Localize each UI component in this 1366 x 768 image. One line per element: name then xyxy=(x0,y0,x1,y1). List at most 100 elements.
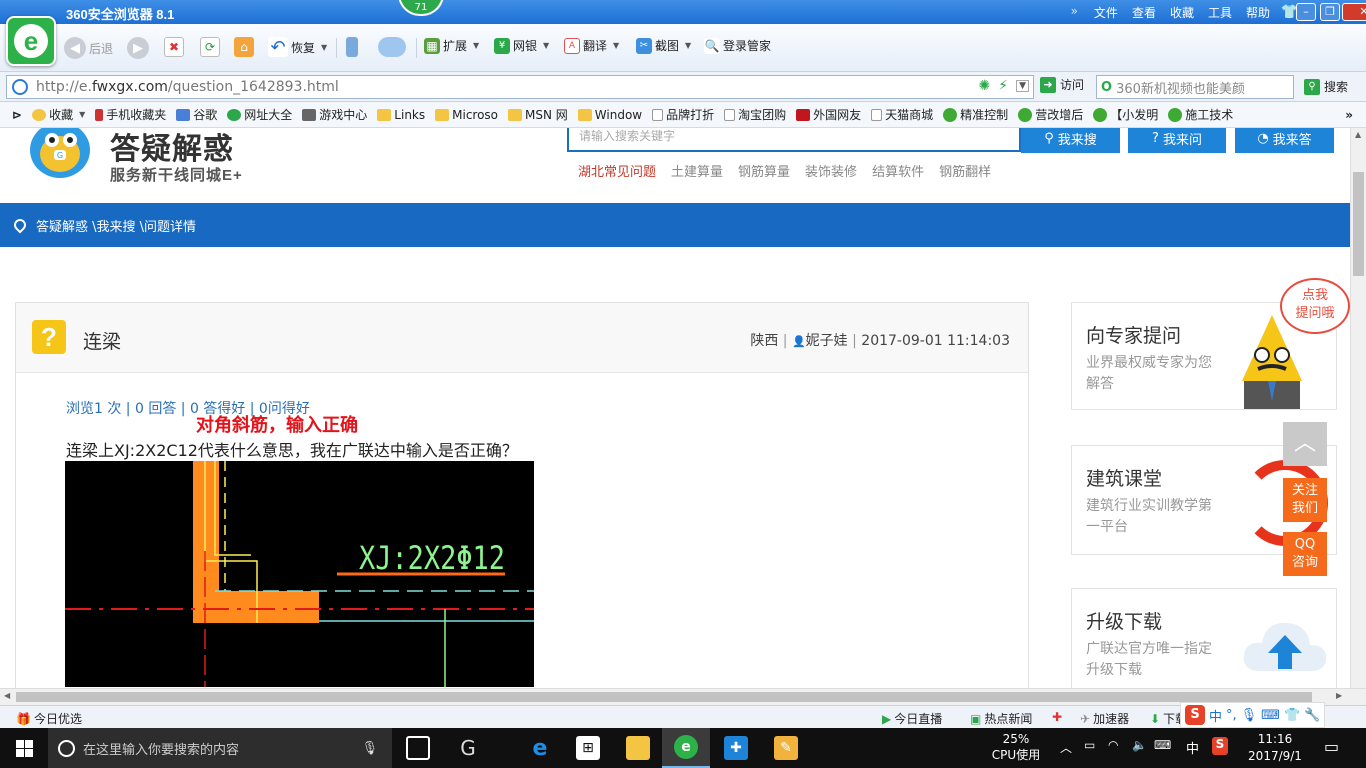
vertical-scroll-thumb[interactable] xyxy=(1353,172,1364,276)
scroll-up-icon[interactable]: ▲ xyxy=(1355,130,1361,139)
fav-mobile[interactable]: 手机收藏夹 xyxy=(90,106,171,123)
first-aid-icon[interactable]: ✚ xyxy=(1052,710,1062,724)
fav-games[interactable]: 游戏中心 xyxy=(297,106,372,123)
sidebar-card-download[interactable]: 升级下载 广联达官方唯一指定升级下载 xyxy=(1071,588,1337,688)
menu-tools[interactable]: 工具 xyxy=(1208,4,1232,21)
accelerator-button[interactable]: ✈ 加速器 xyxy=(1080,710,1129,727)
keyboard-icon[interactable]: ⌨ xyxy=(1154,738,1171,752)
fav-precise-control[interactable]: 精准控制 xyxy=(938,106,1013,123)
site-name[interactable]: 答疑解惑 xyxy=(110,128,234,168)
menu-file[interactable]: 文件 xyxy=(1094,4,1118,21)
taskbar-app-browser-g[interactable]: G xyxy=(444,728,492,768)
taskbar-app-store[interactable]: ⊞ xyxy=(564,728,612,768)
today-live-button[interactable]: ▶ 今日直播 xyxy=(882,710,942,727)
restore-button[interactable]: ↶ 恢复 ▼ xyxy=(268,37,327,58)
home-button[interactable]: ⌂ xyxy=(234,37,254,57)
extension-button[interactable]: ▦ 扩展 ▼ xyxy=(424,37,479,54)
hot-link[interactable]: 钢筋翻样 xyxy=(939,161,991,180)
taskbar-app-360browser[interactable]: e xyxy=(662,728,710,768)
mobile-button[interactable] xyxy=(346,37,358,57)
sogou-ime-toolbar[interactable]: S 中 °, 🎙 ⌨ 👕 🔧 xyxy=(1180,702,1326,728)
fav-taobao[interactable]: 淘宝团购 xyxy=(719,106,791,123)
scroll-right-icon[interactable]: ▶ xyxy=(1336,691,1342,700)
ime-indicator[interactable]: 中 xyxy=(1186,738,1199,757)
cloud-button[interactable] xyxy=(378,37,406,57)
stop-button[interactable]: ✖ xyxy=(164,37,184,57)
fav-collect[interactable]: 收藏 ▼ xyxy=(27,106,90,123)
hot-link[interactable]: 结算软件 xyxy=(872,161,924,180)
search-engine-icon[interactable]: O xyxy=(1101,80,1112,95)
today-pick-button[interactable]: 🎁 今日优选 xyxy=(16,710,82,727)
ime-lang-toggle[interactable]: 中 xyxy=(1209,706,1222,725)
hot-link[interactable]: 钢筋算量 xyxy=(738,161,790,180)
login-manager-button[interactable]: 🔍 登录管家 xyxy=(704,37,771,54)
fav-directory[interactable]: 网址大全 xyxy=(222,106,297,123)
microphone-icon[interactable]: 🎙 xyxy=(361,741,378,756)
site-search-button[interactable]: ⚲ 我来搜 xyxy=(1021,128,1120,153)
fav-links[interactable]: Links xyxy=(372,108,430,122)
hot-link[interactable]: 装饰装修 xyxy=(805,161,857,180)
question-user[interactable]: 妮子娃 xyxy=(806,333,848,349)
maximize-button[interactable]: ❐ xyxy=(1320,3,1340,21)
vertical-scrollbar[interactable]: ▲ xyxy=(1350,128,1366,688)
fav-invention[interactable]: 【小发明 xyxy=(1088,106,1163,123)
screenshot-button[interactable]: ✂ 截图 ▼ xyxy=(636,37,691,54)
refresh-button[interactable]: ⟳ xyxy=(200,37,220,57)
follow-us-button[interactable]: 关注 我们 xyxy=(1283,478,1327,522)
wifi-icon[interactable]: ◠ xyxy=(1108,738,1118,752)
go-button[interactable]: ➜ 访问 xyxy=(1040,76,1084,93)
action-center-icon[interactable]: ▭ xyxy=(1324,737,1339,756)
breadcrumb-text[interactable]: 答疑解惑 \我来搜 \问题详情 xyxy=(36,216,196,235)
fav-microsoft[interactable]: Microso xyxy=(430,108,503,122)
horizontal-scrollbar[interactable]: ◀ ▶ xyxy=(0,688,1366,705)
system-clock[interactable]: 11:16 2017/9/1 xyxy=(1240,731,1310,765)
fav-tmall[interactable]: 天猫商城 xyxy=(866,106,938,123)
site-search-input[interactable]: 请输入搜索关键字 xyxy=(567,128,1021,152)
taskbar-app-taskview[interactable] xyxy=(394,728,442,768)
translate-button[interactable]: A 翻译 ▼ xyxy=(564,37,619,54)
browser-logo-icon[interactable]: e xyxy=(6,16,56,66)
tray-expand-icon[interactable]: ︿ xyxy=(1060,739,1072,756)
fav-msn[interactable]: MSN 网 xyxy=(503,106,573,123)
battery-icon[interactable]: ▭ xyxy=(1084,738,1095,752)
forward-button[interactable]: ▶ xyxy=(127,37,149,59)
menu-help[interactable]: 帮助 xyxy=(1246,4,1270,21)
taskbar-app-explorer[interactable] xyxy=(614,728,662,768)
ask-me-bubble[interactable]: 点我 提问哦 xyxy=(1280,278,1350,334)
taskbar-app-notes[interactable]: ✎ xyxy=(762,728,810,768)
browser-search-input[interactable]: O 360新机视频也能美颜 xyxy=(1096,75,1294,99)
microphone-icon[interactable]: 🎙 xyxy=(1241,708,1258,723)
cad-screenshot-image[interactable]: XJ:2X2Φ12 xyxy=(65,461,534,687)
menu-favorites[interactable]: 收藏 xyxy=(1170,4,1194,21)
favbar-more-icon[interactable]: » xyxy=(1340,108,1358,122)
taskbar-search-input[interactable]: 在这里输入你要搜索的内容 🎙 xyxy=(48,728,392,768)
punctuation-icon[interactable]: °, xyxy=(1226,708,1237,723)
fav-construction-tech[interactable]: 施工技术 xyxy=(1163,106,1238,123)
browser-search-button[interactable]: ⚲ 搜索 xyxy=(1304,78,1348,95)
lightning-icon[interactable]: ⚡ xyxy=(998,78,1008,94)
close-button[interactable]: ✕ xyxy=(1342,3,1366,21)
taskbar-app-glodon[interactable]: ✚ xyxy=(712,728,760,768)
menu-view[interactable]: 查看 xyxy=(1132,4,1156,21)
back-button[interactable]: ◀ 后退 xyxy=(64,37,113,59)
hot-link[interactable]: 湖北常见问题 xyxy=(578,161,656,180)
fav-windows[interactable]: Window xyxy=(573,108,647,122)
menu-expand-icon[interactable]: » xyxy=(1071,4,1078,21)
favbar-toggle-icon[interactable]: ⊳ xyxy=(0,108,27,122)
sogou-tray-icon[interactable]: S xyxy=(1212,737,1228,755)
keyboard-icon[interactable]: ⌨ xyxy=(1261,708,1280,723)
hot-news-button[interactable]: ▣ 热点新闻 xyxy=(970,710,1032,727)
scroll-left-icon[interactable]: ◀ xyxy=(4,691,10,700)
qq-consult-button[interactable]: QQ 咨询 xyxy=(1283,532,1327,576)
back-to-top-button[interactable]: ︿ xyxy=(1283,422,1327,466)
fav-brand-discount[interactable]: 品牌打折 xyxy=(647,106,719,123)
site-ask-button[interactable]: ? 我来问 xyxy=(1128,128,1226,153)
fav-foreign-netizens[interactable]: 外国网友 xyxy=(791,106,866,123)
hot-link[interactable]: 土建算量 xyxy=(671,161,723,180)
minimize-button[interactable]: – xyxy=(1296,3,1316,21)
url-dropdown-icon[interactable]: ▼ xyxy=(1016,80,1029,92)
horizontal-scroll-thumb[interactable] xyxy=(16,692,1312,702)
bank-button[interactable]: ¥ 网银 ▼ xyxy=(494,37,549,54)
wrench-icon[interactable]: 🔧 xyxy=(1304,708,1320,723)
site-mascot-logo-icon[interactable]: G xyxy=(14,128,104,190)
